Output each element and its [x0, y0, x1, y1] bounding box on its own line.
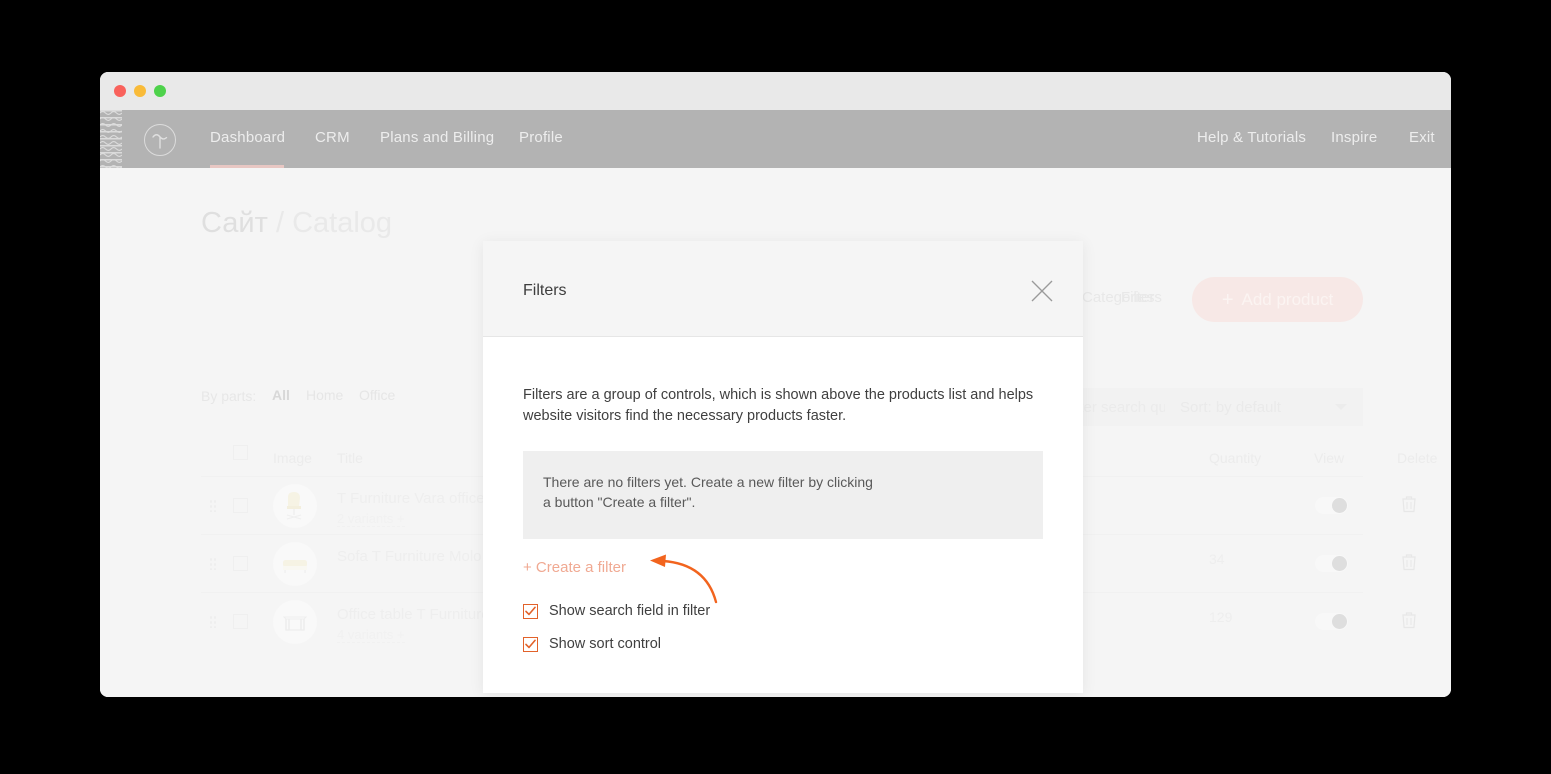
nav-link-crm[interactable]: CRM [315, 129, 350, 146]
window-minimize-button[interactable] [134, 85, 146, 97]
checkbox-checked-icon[interactable] [523, 603, 538, 619]
nav-link-help-and-tutorials[interactable]: Help & Tutorials [1197, 129, 1306, 146]
filters-modal: Filters Filters are a group of controls,… [483, 241, 1083, 693]
nav-link-inspire[interactable]: Inspire [1331, 129, 1377, 146]
top-navigation-bar: Dashboard CRM Plans and Billing Profile … [100, 110, 1451, 168]
nav-link-exit[interactable]: Exit [1409, 129, 1435, 146]
modal-description: Filters are a group of controls, which i… [523, 387, 1034, 424]
modal-title: Filters [523, 282, 567, 299]
empty-filters-panel: There are no filters yet. Create a new f… [523, 451, 1043, 539]
nav-link-plans-and-billing[interactable]: Plans and Billing [380, 129, 494, 146]
nav-link-dashboard[interactable]: Dashboard [210, 129, 285, 146]
window-titlebar [100, 72, 1451, 110]
nav-link-profile[interactable]: Profile [519, 129, 563, 146]
show-search-field-checkbox-row[interactable]: Show search field in filter [523, 603, 710, 619]
window-close-button[interactable] [114, 85, 126, 97]
create-filter-link[interactable]: + Create a filter [523, 559, 626, 576]
page-content: Сайт / Catalog Products Categories Filte… [100, 168, 1451, 697]
tilda-logo[interactable] [144, 124, 176, 156]
checkbox-checked-icon[interactable] [523, 636, 538, 652]
show-search-field-label: Show search field in filter [549, 603, 711, 619]
show-sort-control-checkbox-row[interactable]: Show sort control [523, 636, 661, 652]
browser-window: Dashboard CRM Plans and Billing Profile … [100, 72, 1451, 697]
window-maximize-button[interactable] [154, 85, 166, 97]
wavy-pattern-decoration [100, 110, 122, 168]
modal-header: Filters [483, 241, 1083, 337]
show-sort-control-label: Show sort control [549, 636, 662, 652]
empty-filters-message: There are no filters yet. Create a new f… [543, 474, 873, 510]
close-icon[interactable] [1026, 275, 1058, 307]
